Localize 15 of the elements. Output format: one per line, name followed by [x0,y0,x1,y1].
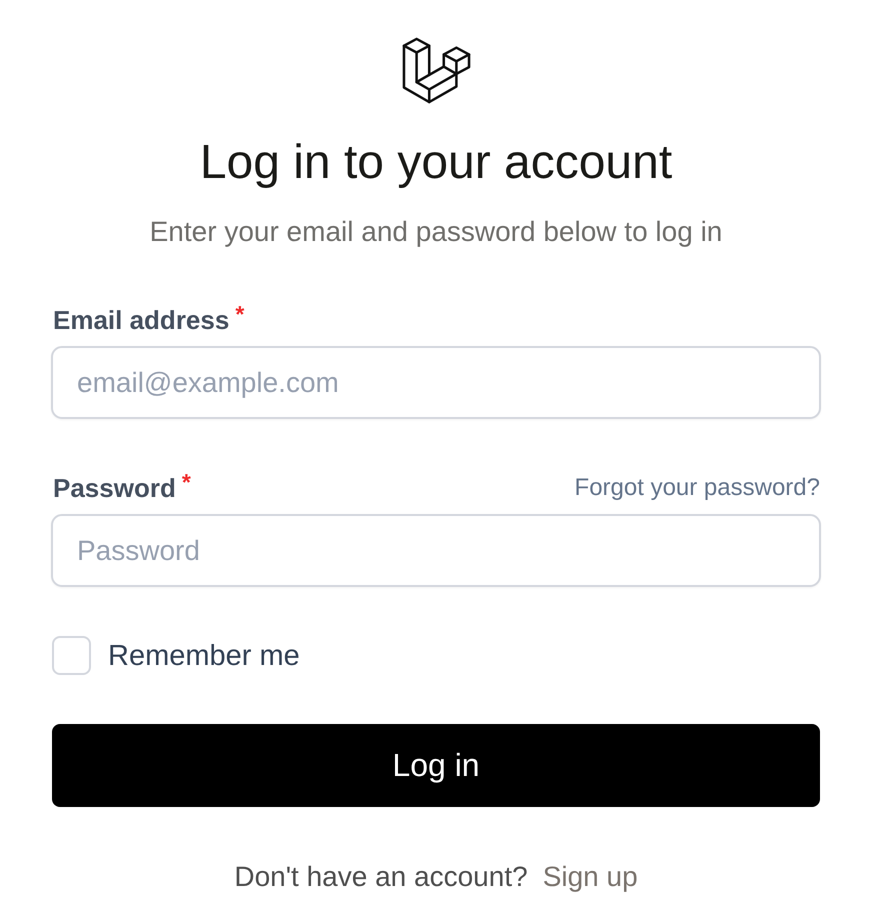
input-field[interactable]: email@example.com [51,346,821,419]
login-button[interactable]: Log in [52,724,820,807]
remember-label: Remember me [108,638,300,674]
remember-checkbox[interactable] [52,636,91,675]
cube-logo-icon [402,37,470,104]
required-asterisk: * [182,471,191,494]
signup-link[interactable]: Sign up [542,860,638,894]
field-label: Email address [53,304,230,337]
required-asterisk: * [235,303,244,326]
field-label: Password [53,472,176,505]
page-subtitle: Enter your email and password below to log in [150,215,722,249]
signup-prompt: Don't have an account? [234,860,528,894]
page-title: Log in to your account [200,135,672,191]
forgot-password-link[interactable]: Forgot your password? [574,473,820,503]
input-field[interactable]: Password [51,514,821,587]
